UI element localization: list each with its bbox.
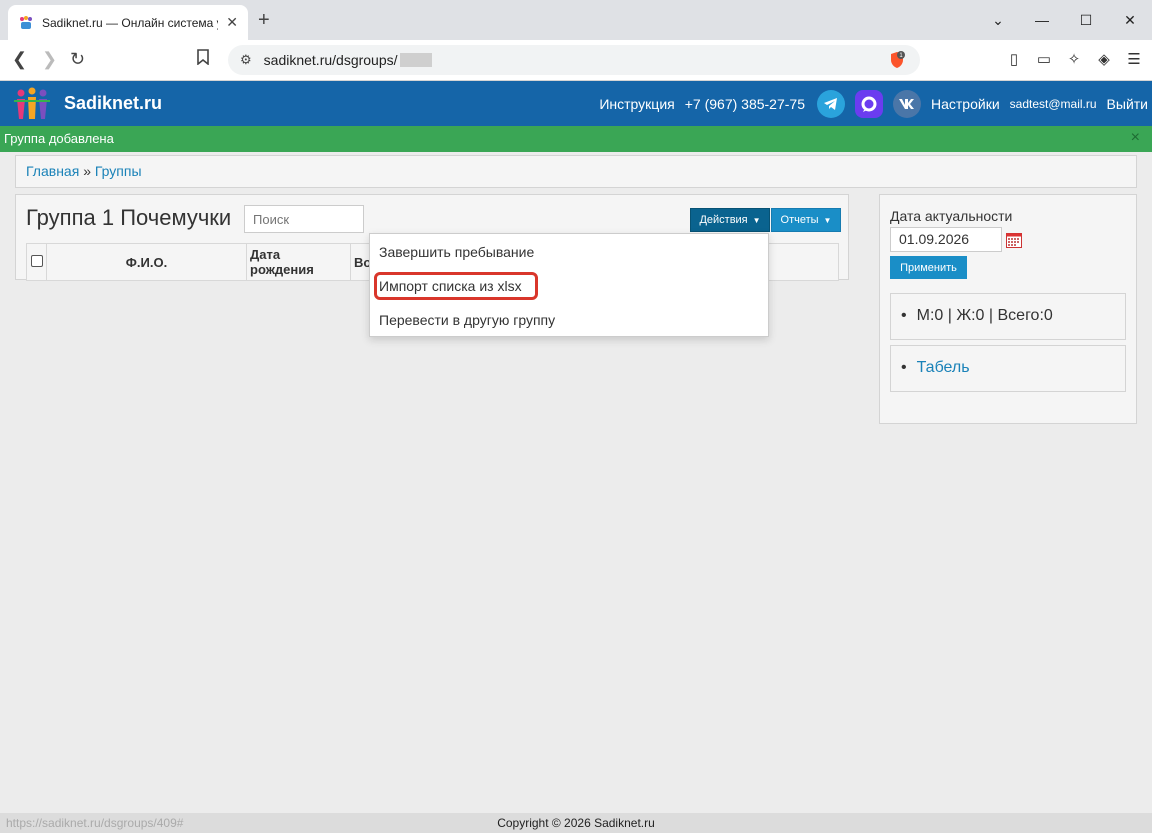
calendar-icon[interactable] [1006,232,1022,248]
leo-ai-icon[interactable]: ✧ [1066,51,1082,68]
page-title: Группа 1 Почемучки [26,205,232,230]
tab-close-icon[interactable]: ✕ [226,14,238,31]
back-icon[interactable]: ❮ [12,49,27,70]
caret-down-icon: ▼ [752,215,761,225]
actions-button-label: Действия [699,214,748,226]
status-bar-url: https://sadiknet.ru/dsgroups/409# [6,816,184,830]
column-header-birthdate[interactable]: Дата рождения [246,243,351,281]
actions-dropdown-menu: Завершить пребывание Импорт списка из xl… [369,233,769,337]
alert-close-icon[interactable]: × [1131,129,1140,147]
url-text: sadiknet.ru/dsgroups/ [263,52,398,68]
url-redacted [399,53,432,67]
date-label: Дата актуальности [890,208,1013,224]
breadcrumb-separator: » [83,163,91,179]
bullet-icon: • [901,359,907,376]
vk-icon[interactable] [893,89,921,118]
site-favicon-icon [18,15,34,31]
vpn-icon[interactable]: ◈ [1096,51,1112,68]
new-tab-icon[interactable]: + [258,9,270,32]
logout-link[interactable]: Выйти [1107,96,1148,112]
breadcrumb-groups[interactable]: Группы [95,163,142,179]
brave-shield-icon[interactable]: 1 [888,51,906,69]
tab-search-icon[interactable]: ⌄ [976,12,1020,29]
reports-dropdown-button[interactable]: Отчеты ▼ [771,208,841,232]
forward-icon[interactable]: ❯ [42,49,57,70]
select-all-checkbox[interactable] [26,243,47,281]
browser-tab[interactable]: Sadiknet.ru — Онлайн система у ✕ [8,5,248,40]
browser-tab-bar: Sadiknet.ru — Онлайн система у ✕ + ⌄ — ☐… [0,0,1152,40]
tabel-link[interactable]: Табель [917,359,970,376]
settings-link[interactable]: Настройки [931,96,1000,112]
success-alert: Группа добавлена × [0,126,1152,152]
date-field[interactable]: 01.09.2026 [890,227,1002,252]
menu-item-end-stay[interactable]: Завершить пребывание [379,244,534,260]
telegram-icon[interactable] [817,89,845,118]
column-header-fio[interactable]: Ф.И.О. [46,243,247,281]
window-close-icon[interactable]: ✕ [1108,12,1152,29]
sidebar-panel: Дата актуальности 01.09.2026 Применить •… [879,194,1137,424]
sadiknet-logo-icon[interactable] [14,87,50,121]
bullet-icon: • [901,307,907,324]
maximize-icon[interactable]: ☐ [1064,12,1108,29]
user-email[interactable]: sadtest@mail.ru [1010,97,1097,111]
wallet-icon[interactable]: ▭ [1036,51,1052,68]
alert-message: Группа добавлена [4,131,114,146]
browser-toolbar: ▯ ▭ ✧ ◈ ☰ [1006,51,1142,68]
menu-item-import-xlsx[interactable]: Импорт списка из xlsx [379,278,522,294]
apply-button[interactable]: Применить [890,256,967,279]
reports-button-label: Отчеты [780,214,819,226]
stats-box: • М:0 | Ж:0 | Всего:0 [890,293,1126,340]
url-field[interactable]: ⚙ sadiknet.ru/dsgroups/ 1 [228,45,920,75]
reload-icon[interactable]: ↻ [70,49,85,70]
gender-stats: М:0 | Ж:0 | Всего:0 [916,307,1053,324]
tabel-box: • Табель [890,345,1126,392]
breadcrumb: Главная » Группы [15,155,1137,188]
site-info-icon[interactable]: ⚙ [240,52,252,68]
phone-number: +7 (967) 385-27-75 [684,95,805,112]
actions-dropdown-button[interactable]: Действия ▼ [690,208,770,232]
breadcrumb-home[interactable]: Главная [26,163,79,179]
caret-down-icon: ▼ [823,215,832,225]
tab-title: Sadiknet.ru — Онлайн система у [42,15,219,30]
page-footer: Copyright © 2026 Sadiknet.ru https://sad… [0,813,1152,833]
bookmark-icon[interactable] [196,49,210,70]
header-nav: Инструкция +7 (967) 385-27-75 Настройки … [599,81,1148,126]
search-input[interactable] [244,205,364,233]
menu-icon[interactable]: ☰ [1126,51,1142,68]
site-header: Sadiknet.ru Инструкция +7 (967) 385-27-7… [0,81,1152,126]
max-messenger-icon[interactable] [855,89,883,118]
address-bar: ❮ ❯ ↻ ⚙ sadiknet.ru/dsgroups/ 1 ▯ ▭ ✧ ◈ … [0,40,1152,81]
brand-name[interactable]: Sadiknet.ru [64,93,162,114]
menu-item-move-group[interactable]: Перевести в другую группу [379,312,555,328]
minimize-icon[interactable]: — [1020,12,1064,28]
sidebar-toggle-icon[interactable]: ▯ [1006,51,1022,68]
instructions-link[interactable]: Инструкция [599,96,674,112]
window-controls: ⌄ — ☐ ✕ [976,0,1152,40]
